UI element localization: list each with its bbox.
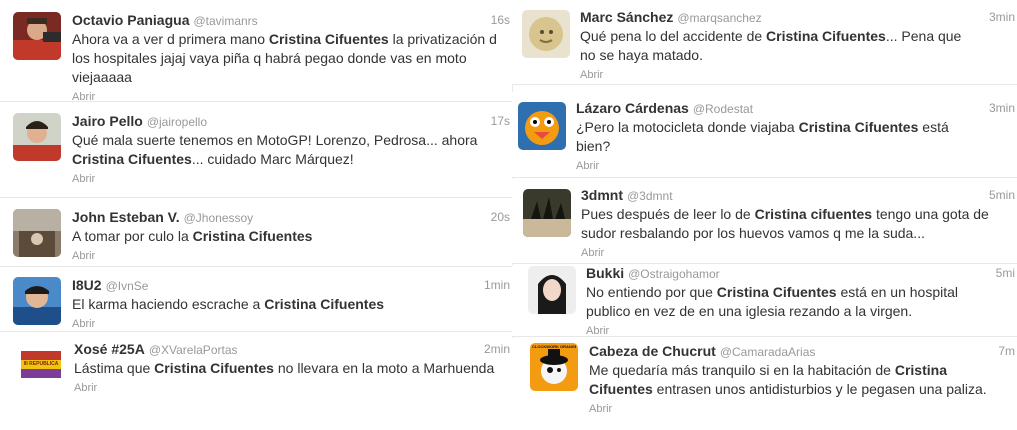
- timestamp[interactable]: 7m: [998, 344, 1015, 358]
- tweet-text: No entiendo por que Cristina Cifuentes e…: [586, 284, 958, 319]
- avatar-label: III REPÚBLICA: [23, 361, 59, 367]
- open-link[interactable]: Abrir: [580, 69, 1015, 81]
- avatar[interactable]: [523, 189, 571, 237]
- tweet-card[interactable]: I8U2 @IvnSe 1min El karma haciendo escrach…: [0, 268, 512, 332]
- highlighted-term: Cristina Cifuentes: [192, 228, 313, 244]
- tweet-card[interactable]: Octavio Paniagua @tavimanrs 16s Ahora va a…: [0, 0, 512, 103]
- open-link[interactable]: Abrir: [581, 247, 1015, 259]
- tweet-text: Lástima que Cristina Cifuentes no llevar…: [74, 360, 495, 376]
- author-name[interactable]: Bukki: [586, 265, 624, 281]
- author-handle[interactable]: @tavimanrs: [193, 14, 257, 28]
- avatar[interactable]: III REPÚBLICA: [17, 341, 65, 389]
- tweet-card[interactable]: 3dmnt @3dmnt 5min Pues después de leer lo …: [512, 179, 1017, 264]
- highlighted-term: Cristina Cifuentes: [154, 360, 274, 376]
- author-handle[interactable]: @IvnSe: [106, 279, 149, 293]
- author-name[interactable]: Marc Sánchez: [580, 9, 673, 25]
- open-link[interactable]: Abrir: [72, 91, 510, 103]
- author-handle[interactable]: @jairopello: [147, 115, 207, 129]
- highlighted-term: Cristina Cifuentes: [798, 119, 919, 135]
- avatar[interactable]: CLOCKWORK ORANGE: [530, 343, 578, 391]
- avatar[interactable]: [522, 10, 570, 58]
- timestamp[interactable]: 3min: [989, 101, 1015, 115]
- avatar[interactable]: [13, 209, 61, 257]
- highlighted-term: Cristina Cifuentes: [716, 284, 837, 300]
- timestamp[interactable]: 17s: [491, 114, 510, 128]
- timestamp[interactable]: 5min: [989, 188, 1015, 202]
- author-name[interactable]: Lázaro Cárdenas: [576, 100, 689, 116]
- tweet-card[interactable]: III REPÚBLICA Xosé #25A @XVarelaPortas 2mi…: [0, 333, 512, 430]
- author-name[interactable]: I8U2: [72, 277, 102, 293]
- author-handle[interactable]: @3dmnt: [627, 189, 673, 203]
- author-name[interactable]: Cabeza de Chucrut: [589, 343, 716, 359]
- timestamp[interactable]: 5mi: [996, 266, 1015, 280]
- open-link[interactable]: Abrir: [586, 325, 1015, 337]
- highlighted-term: Cristina Cifuentes: [72, 151, 192, 167]
- tweet-text: Me quedaría más tranquilo si en la habit…: [589, 362, 987, 397]
- author-name[interactable]: 3dmnt: [581, 187, 623, 203]
- open-link[interactable]: Abrir: [589, 403, 1015, 415]
- tweet-text: El karma haciendo escrache a Cristina Ci…: [72, 296, 385, 312]
- open-link[interactable]: Abrir: [72, 318, 510, 330]
- timestamp[interactable]: 1min: [484, 278, 510, 292]
- highlighted-term: Cristina Cifuentes: [766, 28, 886, 44]
- avatar[interactable]: [13, 277, 61, 325]
- tweet-card[interactable]: Bukki @Ostraigohamor 5mi No entiendo por q…: [512, 265, 1017, 337]
- timestamp[interactable]: 2min: [484, 342, 510, 356]
- author-handle[interactable]: @Rodestat: [693, 102, 753, 116]
- timestamp[interactable]: 3min: [989, 10, 1015, 24]
- tweet-card[interactable]: Marc Sánchez @marqsanchez 3min Qué pena lo…: [512, 0, 1017, 85]
- tweet-text: Pues después de leer lo de Cristina cifu…: [581, 206, 989, 241]
- highlighted-term: Cristina cifuentes: [754, 206, 873, 222]
- avatar[interactable]: [13, 12, 61, 60]
- avatar[interactable]: [13, 113, 61, 161]
- author-handle[interactable]: @marqsanchez: [677, 11, 761, 25]
- tweet-text: ¿Pero la motocicleta donde viajaba Crist…: [576, 119, 949, 154]
- timestamp[interactable]: 16s: [491, 13, 510, 27]
- avatar[interactable]: [518, 102, 566, 150]
- highlighted-term: Cristina Cifuentes: [264, 296, 385, 312]
- author-handle[interactable]: @Ostraigohamor: [628, 267, 720, 281]
- tweet-text: Qué mala suerte tenemos en MotoGP! Loren…: [72, 132, 478, 167]
- avatar[interactable]: [528, 266, 576, 314]
- author-handle[interactable]: @CamaradaArias: [720, 345, 816, 359]
- tweet-text: A tomar por culo la Cristina Cifuentes: [72, 228, 313, 244]
- author-handle[interactable]: @Jhonessoy: [184, 211, 254, 225]
- open-link[interactable]: Abrir: [72, 250, 510, 262]
- highlighted-term: Cristina Cifuentes: [268, 31, 389, 47]
- tweet-card[interactable]: Lázaro Cárdenas @Rodestat 3min ¿Pero la mo…: [512, 92, 1017, 178]
- open-link[interactable]: Abrir: [72, 173, 510, 185]
- timestamp[interactable]: 20s: [491, 210, 510, 224]
- highlighted-term: Cristina Cifuentes: [589, 362, 947, 397]
- tweet-text: Ahora va a ver d primera mano Cristina C…: [72, 31, 497, 85]
- tweet-card[interactable]: John Esteban V. @Jhonessoy 20s A tomar por…: [0, 199, 512, 267]
- tweet-text: Qué pena lo del accidente de Cristina Ci…: [580, 28, 962, 63]
- tweet-card[interactable]: CLOCKWORK ORANGE Cabeza de Chucrut @Camar…: [512, 338, 1017, 430]
- tweet-card[interactable]: Jairo Pello @jairopello 17s Qué mala suert…: [0, 103, 512, 198]
- author-name[interactable]: Xosé #25A: [74, 341, 145, 357]
- author-handle[interactable]: @XVarelaPortas: [149, 343, 238, 357]
- author-name[interactable]: John Esteban V.: [72, 209, 180, 225]
- open-link[interactable]: Abrir: [576, 160, 1015, 172]
- author-name[interactable]: Jairo Pello: [72, 113, 143, 129]
- avatar-label: CLOCKWORK ORANGE: [532, 344, 576, 349]
- open-link[interactable]: Abrir: [74, 382, 510, 394]
- author-name[interactable]: Octavio Paniagua: [72, 12, 189, 28]
